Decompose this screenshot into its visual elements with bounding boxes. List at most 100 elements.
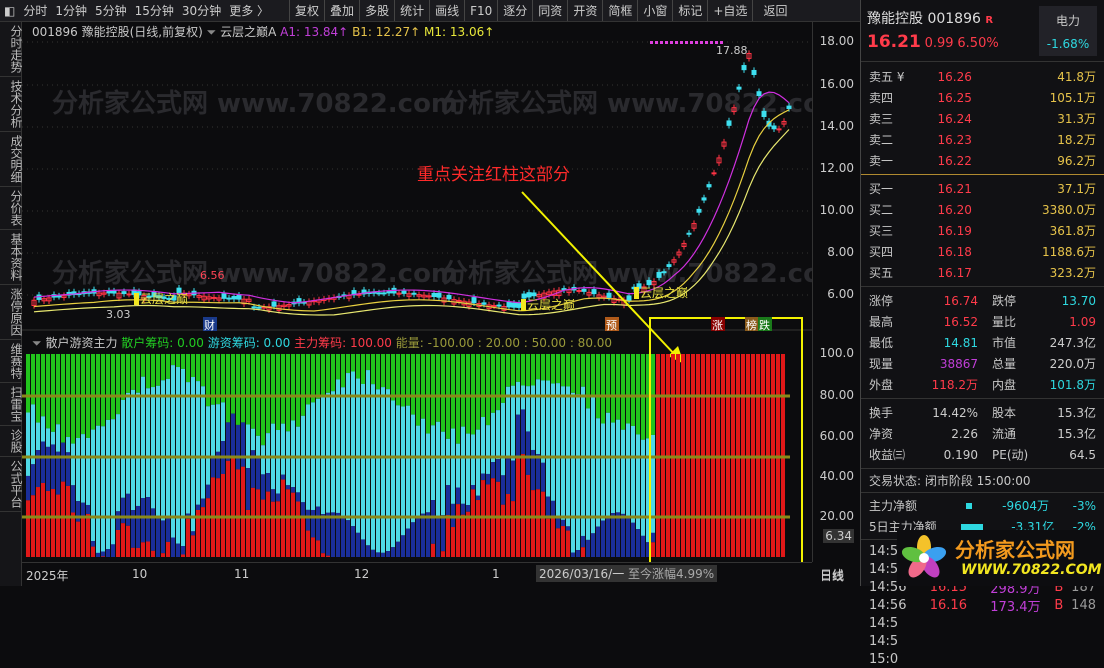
collapse-icon[interactable]: ⏷: [32, 336, 42, 350]
level-volume: 31.3万: [1057, 112, 1096, 126]
blue-bar: [616, 512, 620, 557]
asks-row: 卖三 16.24 31.3万: [861, 108, 1104, 129]
left-nav-item[interactable]: 涨停原因: [0, 285, 23, 340]
main-bar: [506, 494, 510, 557]
level-price: 16.19: [937, 223, 972, 238]
toolbar-button[interactable]: 多股: [360, 2, 394, 19]
level-volume: 105.1万: [1049, 91, 1096, 105]
price-tick: 12.00: [819, 161, 854, 175]
retail-bar: [381, 354, 385, 388]
retail-bar: [226, 354, 230, 423]
sidebar-toggle-button[interactable]: ◧: [0, 4, 19, 18]
toolbar-button[interactable]: 统计: [395, 2, 429, 19]
period-15min[interactable]: 15分钟: [131, 2, 178, 19]
left-nav-item[interactable]: 成交明细: [0, 132, 23, 187]
left-nav-item[interactable]: 诊股: [0, 426, 23, 457]
blue-bar: [201, 498, 205, 508]
main-bar: [561, 526, 565, 557]
stat-row: 最高 16.52 量比 1.09: [861, 311, 1104, 332]
hot-money-bar: [466, 433, 470, 506]
left-nav-item[interactable]: 基本资料: [0, 230, 23, 285]
period-1min[interactable]: 1分钟: [51, 2, 91, 19]
retail-bar: [121, 354, 125, 400]
period-5min[interactable]: 5分钟: [91, 2, 131, 19]
stat-row: 外盘 118.2万 内盘 101.8万: [861, 374, 1104, 395]
period-label[interactable]: 日线: [820, 566, 844, 583]
blue-bar: [71, 485, 75, 513]
left-nav-item[interactable]: 分时走势: [0, 22, 23, 77]
period-fenshi[interactable]: 分时: [19, 2, 51, 19]
candle: [56, 295, 62, 298]
toolbar-button[interactable]: 画线: [430, 2, 464, 19]
hot-money-bar: [451, 428, 455, 504]
retail-bar: [141, 354, 145, 377]
left-nav-item[interactable]: 分价表: [0, 187, 23, 230]
retail-bar: [301, 354, 305, 416]
hot-money-bar: [91, 429, 95, 542]
main-bar: [86, 513, 90, 557]
hot-money-bar: [541, 380, 545, 463]
level-label: 买二: [869, 203, 894, 217]
retail-bar: [161, 354, 165, 381]
retail-bar: [636, 354, 640, 435]
hot-money-bar: [536, 379, 540, 455]
blue-bar: [396, 541, 400, 557]
retail-bar: [151, 354, 155, 388]
blue-bar: [121, 497, 125, 524]
toolbar-button[interactable]: 小窗: [638, 2, 672, 19]
retail-bar: [251, 354, 255, 429]
retail-bar: [411, 354, 415, 415]
toolbar-button[interactable]: 开资: [568, 2, 602, 19]
main-bar: [271, 501, 275, 557]
blue-bar: [376, 552, 380, 557]
retail-bar: [96, 354, 100, 426]
main-bar: [61, 481, 65, 557]
level-price: 16.26: [937, 69, 972, 84]
sector-box[interactable]: 电力 -1.68%: [1039, 6, 1097, 56]
indicator-dropdown-icon[interactable]: ⏷: [207, 25, 217, 39]
candle: [726, 120, 732, 126]
left-nav-item[interactable]: 公式平台: [0, 457, 23, 512]
hot-money-bar: [131, 389, 135, 511]
toolbar-button[interactable]: F10: [465, 4, 497, 18]
energy-values: 能量: -100.00 : 20.00 : 50.00 : 80.00: [395, 336, 613, 350]
blue-bar: [391, 547, 395, 557]
blue-bar: [156, 518, 160, 557]
toolbar-button[interactable]: 叠加: [325, 2, 359, 19]
left-nav-item[interactable]: 维赛特: [0, 340, 23, 383]
toolbar-button[interactable]: 逐分: [498, 2, 532, 19]
toolbar-button[interactable]: 标记: [673, 2, 707, 19]
hot-money-bar: [526, 386, 530, 432]
period-more[interactable]: 更多 〉: [225, 2, 273, 19]
toolbar-button[interactable]: 简框: [603, 2, 637, 19]
retail-bar: [46, 354, 50, 429]
flow-value: -9604万: [1002, 499, 1049, 513]
hot-money-bar: [211, 404, 215, 458]
tick-side: B: [1054, 597, 1064, 613]
toolbar-button[interactable]: +自选: [708, 2, 752, 19]
badge-zhang: 涨: [712, 319, 723, 332]
main-bar: [206, 498, 210, 557]
hot-money-bar: [36, 422, 40, 451]
blue-bar: [436, 516, 440, 557]
blue-bar: [486, 473, 490, 485]
retail-bar: [146, 354, 150, 389]
retail-bar: [496, 354, 500, 411]
stat-value: 38867: [939, 356, 978, 371]
left-nav-item[interactable]: 技术分析: [0, 77, 23, 132]
blue-bar: [366, 545, 370, 557]
retail-bar: [521, 354, 525, 386]
retail-bar: [231, 354, 235, 414]
main-bar: [476, 500, 480, 557]
toolbar-button[interactable]: 同资: [533, 2, 567, 19]
period-30min[interactable]: 30分钟: [178, 2, 225, 19]
retail-bar: [386, 354, 390, 390]
toolbar-button[interactable]: 复权: [290, 2, 324, 19]
stat-label: 内盘: [992, 378, 1017, 392]
stat-row: 收益㈢ 0.190 PE(动) 64.5: [861, 444, 1104, 465]
chart-area[interactable]: 分析家公式网 www.70822.com分析家公式网 www.70822.com…: [22, 22, 812, 562]
left-nav-item[interactable]: 扫雷宝: [0, 383, 23, 426]
stat-label: 总量: [992, 357, 1017, 371]
hot-money-bar: [136, 392, 140, 506]
back-button[interactable]: 返回: [753, 2, 797, 19]
